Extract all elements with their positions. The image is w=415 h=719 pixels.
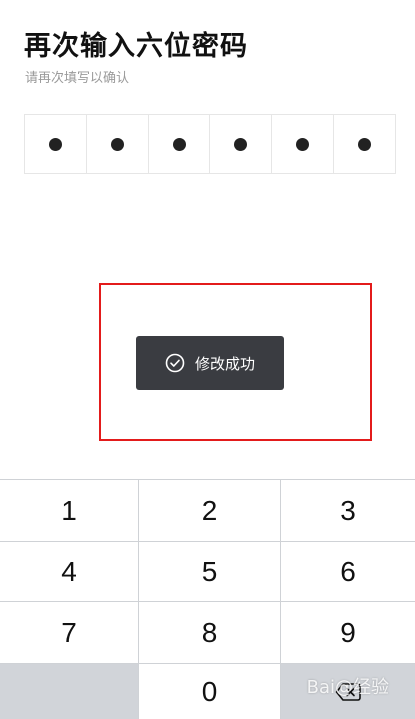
- page-subtitle: 请再次填写以确认: [25, 71, 130, 86]
- key-7[interactable]: 7: [0, 602, 139, 664]
- key-1[interactable]: 1: [0, 480, 139, 542]
- key-2[interactable]: 2: [139, 480, 281, 542]
- pin-dot: [48, 137, 62, 151]
- key-6[interactable]: 6: [281, 542, 415, 602]
- pin-cell-3: [149, 115, 211, 173]
- pin-dot: [172, 137, 186, 151]
- key-9[interactable]: 9: [281, 602, 415, 664]
- delete-key[interactable]: [281, 664, 415, 719]
- key-5[interactable]: 5: [139, 542, 281, 602]
- pin-dot: [110, 137, 124, 151]
- numeric-keypad: 1 2 3 4 5 6 7 8 9 0: [0, 479, 415, 719]
- pin-dot: [358, 137, 372, 151]
- pin-cell-5: [272, 115, 335, 173]
- pin-cell-2: [87, 115, 149, 173]
- pin-input[interactable]: [24, 114, 396, 174]
- pin-cell-4: [210, 115, 273, 173]
- pin-dot: [234, 137, 248, 151]
- check-circle-icon: [165, 353, 185, 373]
- key-0[interactable]: 0: [139, 664, 281, 719]
- pin-dot: [296, 137, 310, 151]
- pin-cell-6: [334, 115, 395, 173]
- page-title: 再次输入六位密码: [24, 31, 248, 62]
- backspace-icon: [335, 683, 361, 701]
- password-confirm-screen: 再次输入六位密码 请再次填写以确认 修改成功 1 2 3 4 5 6 7 8 9…: [0, 0, 415, 719]
- key-8[interactable]: 8: [139, 602, 281, 664]
- key-blank: [0, 664, 139, 719]
- key-4[interactable]: 4: [0, 542, 139, 602]
- pin-cell-1: [25, 115, 87, 173]
- key-3[interactable]: 3: [281, 480, 415, 542]
- success-toast: 修改成功: [136, 336, 284, 390]
- toast-text: 修改成功: [194, 354, 255, 373]
